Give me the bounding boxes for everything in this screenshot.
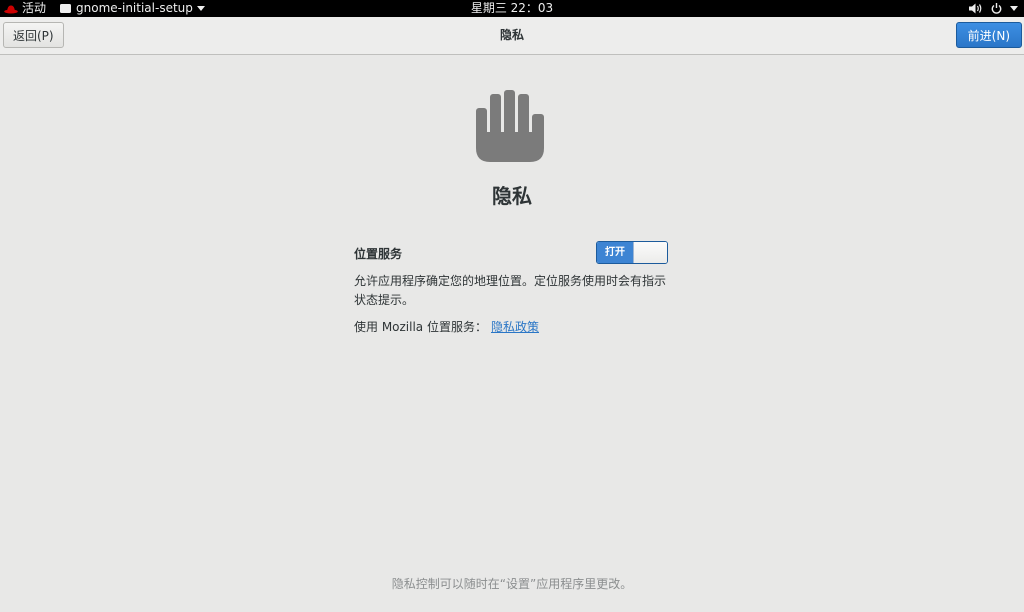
switch-knob [633, 242, 667, 263]
power-icon [991, 3, 1002, 14]
chevron-down-icon [1010, 6, 1018, 11]
page-heading: 隐私 [492, 184, 532, 208]
mozilla-line: 使用 Mozilla 位置服务： 隐私政策 [354, 319, 539, 335]
top-bar: 活动 gnome-initial-setup 星期三 22：03 [0, 0, 1024, 17]
hand-stop-icon [476, 90, 544, 162]
clock[interactable]: 星期三 22：03 [0, 0, 1024, 17]
system-menu[interactable] [961, 0, 1018, 17]
location-services-label: 位置服务 [354, 247, 403, 261]
mozilla-text: 使用 Mozilla 位置服务： [354, 320, 487, 334]
header-bar: 返回(P) 隐私 前进(N) [0, 17, 1024, 55]
header-title: 隐私 [499, 28, 524, 42]
location-services-switch[interactable]: 打开 [596, 241, 668, 264]
location-description: 允许应用程序确定您的地理位置。定位服务使用时会有指示状态提示。 [354, 274, 667, 307]
footer-note: 隐私控制可以随时在“设置”应用程序里更改。 [391, 577, 633, 591]
next-button[interactable]: 前进(N) [955, 22, 1022, 48]
volume-icon [969, 3, 982, 14]
switch-state-label: 打开 [597, 242, 633, 263]
privacy-policy-link[interactable]: 隐私政策 [491, 320, 539, 334]
